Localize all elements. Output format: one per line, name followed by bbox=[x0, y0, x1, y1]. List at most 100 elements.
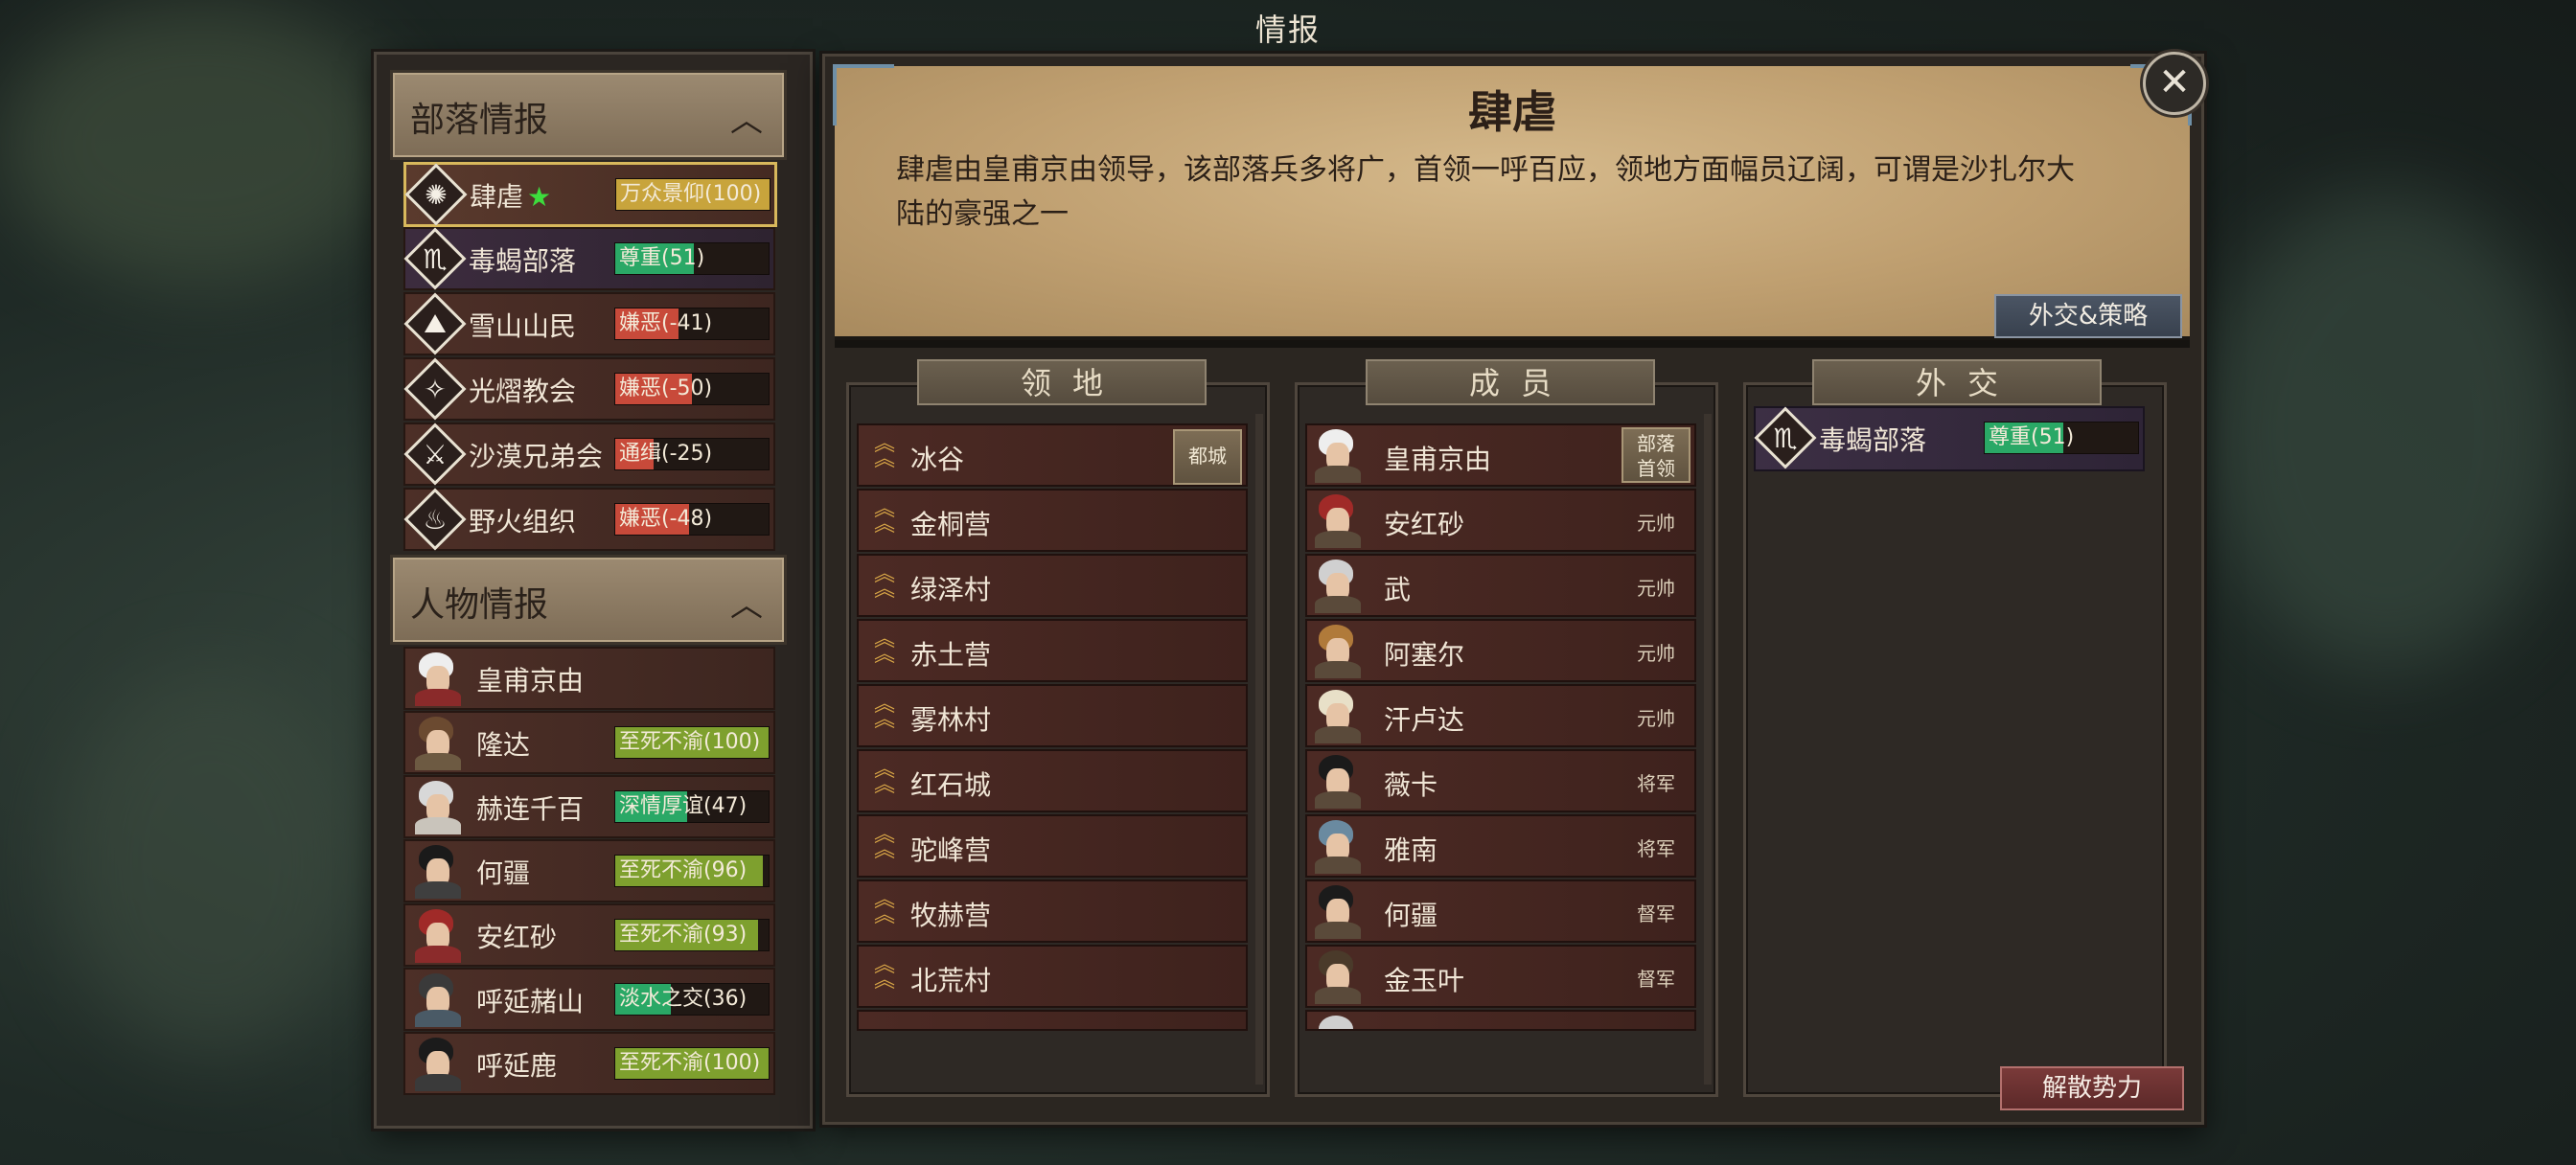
relation-text: 尊重(51) bbox=[619, 246, 705, 270]
emblem-glyph: ⚔ bbox=[423, 438, 448, 470]
diplomacy-row[interactable]: ♏ 毒蝎部落 尊重(51) bbox=[1754, 406, 2145, 471]
emblem-glyph: ♏ bbox=[423, 242, 448, 275]
diplomacy-strategy-button[interactable]: 外交&策略 bbox=[1994, 294, 2182, 338]
relation-bar: 尊重(51) bbox=[1984, 422, 2139, 454]
member-row[interactable]: 安红砂 元帅 bbox=[1305, 489, 1696, 552]
avatar bbox=[1309, 623, 1365, 678]
tribe-name: 雪山山民 bbox=[469, 310, 577, 342]
avatar-body bbox=[415, 817, 461, 834]
avatar bbox=[409, 1036, 465, 1091]
disband-faction-button[interactable]: 解散势力 bbox=[2000, 1066, 2184, 1110]
avatar bbox=[1309, 492, 1365, 548]
person-row[interactable]: 赫连千百 深情厚谊(47) bbox=[403, 775, 775, 838]
relation-text: 深情厚谊(47) bbox=[619, 794, 748, 818]
chevron-up-icon[interactable]: ︿ bbox=[730, 579, 763, 626]
avatar bbox=[1309, 427, 1365, 483]
territory-scrollbar[interactable] bbox=[1255, 414, 1263, 1085]
rank-chevron-icon: ︽︽ bbox=[874, 1018, 896, 1031]
tribe-emblem-icon: ✧ bbox=[403, 357, 467, 421]
tribe-row[interactable]: ✧ 光熠教会 嫌恶(-50) bbox=[403, 357, 775, 421]
avatar bbox=[1309, 818, 1365, 874]
member-row[interactable]: 金玉叶 督军 bbox=[1305, 945, 1696, 1008]
faction-detail-panel: 肆虐 肆虐由皇甫京由领导，该部落兵多将广，首领一呼百应，领地方面幅员辽阔，可谓是… bbox=[822, 54, 2204, 1125]
emblem-glyph: ⛰ bbox=[424, 308, 447, 339]
territory-name: 绿泽村 bbox=[910, 574, 992, 605]
person-name: 赫连千百 bbox=[476, 793, 585, 825]
person-row[interactable]: 何疆 至死不渝(96) bbox=[403, 839, 775, 902]
member-row[interactable]: 何疆 督军 bbox=[1305, 879, 1696, 943]
avatar-body bbox=[1315, 922, 1361, 939]
member-row[interactable]: 阿塞尔 元帅 bbox=[1305, 619, 1696, 682]
avatar-body bbox=[1315, 987, 1361, 1004]
relation-bar: 尊重(51) bbox=[614, 242, 770, 275]
member-row[interactable]: 皇甫京由 部落 首领 bbox=[1305, 423, 1696, 487]
territory-row[interactable]: ︽︽ 于湖绿洲 bbox=[857, 1010, 1248, 1031]
close-icon[interactable]: ✕ bbox=[2143, 52, 2206, 115]
relation-text: 淡水之交(36) bbox=[619, 987, 748, 1011]
person-row[interactable]: 皇甫京由 bbox=[403, 647, 775, 710]
relation-bar: 通缉(-25) bbox=[614, 438, 770, 470]
territory-row[interactable]: ︽ ︽ 红石城 bbox=[857, 749, 1248, 812]
territory-row[interactable]: ︽ ︽ 赤土营 bbox=[857, 619, 1248, 682]
territory-row[interactable]: ︽ ︽ 绿泽村 bbox=[857, 554, 1248, 617]
tribe-row[interactable]: ♏ 毒蝎部落 尊重(51) bbox=[403, 227, 775, 290]
member-name: 阿塞尔 bbox=[1384, 639, 1465, 671]
avatar bbox=[409, 907, 465, 963]
territory-name: 赤土营 bbox=[910, 639, 992, 671]
avatar-body bbox=[1315, 531, 1361, 548]
member-row[interactable]: 薇卡 将军 bbox=[1305, 749, 1696, 812]
person-row[interactable]: 安红砂 至死不渝(93) bbox=[403, 903, 775, 967]
member-rank: 元帅 bbox=[1637, 642, 1675, 665]
person-row[interactable]: 呼延鹿 至死不渝(100) bbox=[403, 1032, 775, 1095]
chevron-up-icon[interactable]: ︿ bbox=[730, 94, 763, 141]
diplomacy-header: 外交 bbox=[1812, 359, 2102, 405]
left-sidebar: 部落情报 ︿ ✺ 肆虐 ★ 万众景仰(100) ♏ 毒蝎部落 尊重(51) ⛰ 雪山山民嫌恶(-… bbox=[374, 52, 813, 1129]
star-icon: ★ bbox=[527, 181, 552, 213]
tribe-section-header[interactable]: 部落情报 ︿ bbox=[390, 70, 787, 160]
member-row[interactable]: 武 元帅 bbox=[1305, 554, 1696, 617]
avatar-body bbox=[415, 881, 461, 899]
territory-row[interactable]: ︽ ︽ 雾林村 bbox=[857, 684, 1248, 747]
emblem-glyph: ✧ bbox=[424, 373, 447, 405]
avatar bbox=[1309, 688, 1365, 743]
member-row[interactable]: 汗卢达 元帅 bbox=[1305, 684, 1696, 747]
territory-name: 金桐营 bbox=[910, 509, 992, 540]
rank-chevron-icon: ︽︽ bbox=[874, 562, 896, 602]
avatar-body bbox=[415, 689, 461, 706]
person-row[interactable]: 隆达 至死不渝(100) bbox=[403, 711, 775, 774]
relation-text: 嫌恶(-50) bbox=[619, 377, 713, 400]
tribe-row[interactable]: ✺ 肆虐 ★ 万众景仰(100) bbox=[403, 162, 777, 227]
member-name: 金玉叶 bbox=[1384, 965, 1465, 996]
territory-row[interactable]: ︽ ︽ 北荒村 bbox=[857, 945, 1248, 1008]
avatar-body bbox=[1315, 857, 1361, 874]
territory-header: 领地 bbox=[917, 359, 1207, 405]
territory-row[interactable]: ︽ ︽ 牧赫营 bbox=[857, 879, 1248, 943]
person-section-title: 人物情报 bbox=[410, 585, 549, 625]
territory-row[interactable]: ︽ ︽ 金桐营 bbox=[857, 489, 1248, 552]
chief-badge-line1: 部落 bbox=[1637, 432, 1675, 455]
relation-text: 通缉(-25) bbox=[619, 442, 713, 466]
person-row[interactable]: 呼延赭山 淡水之交(36) bbox=[403, 968, 775, 1031]
rank-chevron-icon: ︽︽ bbox=[874, 953, 896, 993]
member-row[interactable]: 雅南 将军 bbox=[1305, 814, 1696, 878]
tribe-row[interactable]: ⚔ 沙漠兄弟会 通缉(-25) bbox=[403, 423, 775, 486]
avatar-body bbox=[1315, 596, 1361, 613]
capital-badge: 都城 bbox=[1173, 429, 1242, 485]
member-name: 武 bbox=[1384, 574, 1412, 605]
member-name: 雅南 bbox=[1384, 834, 1438, 866]
rank-chevron-icon: ︽︽ bbox=[874, 888, 896, 927]
relation-text: 至死不渝(100) bbox=[619, 730, 761, 754]
member-name: 何疆 bbox=[1384, 900, 1438, 931]
avatar-body bbox=[1315, 661, 1361, 678]
territory-row[interactable]: ︽ ︽ 驼峰营 bbox=[857, 814, 1248, 878]
members-scrollbar[interactable] bbox=[1704, 414, 1712, 1085]
person-section-header[interactable]: 人物情报 ︿ bbox=[390, 555, 787, 645]
tribe-row[interactable]: ♨ 野火组织 嫌恶(-48) bbox=[403, 488, 775, 551]
avatar bbox=[1309, 883, 1365, 939]
territory-row[interactable]: ︽ ︽ 冰谷 都城 bbox=[857, 423, 1248, 487]
territory-name: 北荒村 bbox=[910, 965, 992, 996]
tribe-row[interactable]: ⛰ 雪山山民 嫌恶(-41) bbox=[403, 292, 775, 355]
members-column: 皇甫京由 部落 首领 安红砂 元帅武元帅 阿塞尔 元帅 汗卢达 元帅 薇卡 将军 雅南 将军 何疆 督军 金玉… bbox=[1295, 382, 1718, 1097]
member-row[interactable]: 赫连千百督军 bbox=[1305, 1010, 1696, 1031]
person-name: 皇甫京由 bbox=[476, 665, 585, 697]
